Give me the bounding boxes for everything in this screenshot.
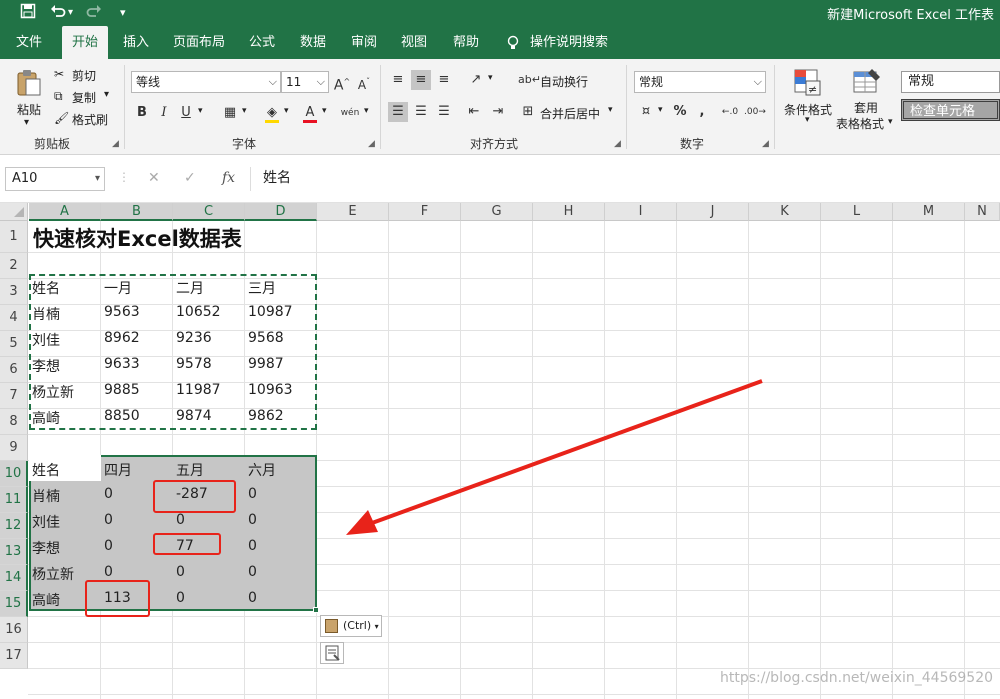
paste-options-button[interactable]: (Ctrl) ▾ [320,615,382,637]
annotation-arrow-icon [346,379,763,535]
paste-options-label: (Ctrl) [343,619,372,632]
quick-analysis-icon [325,645,340,661]
watermark: https://blog.csdn.net/weixin_44569520 [720,670,994,686]
paste-options-dropdown-icon: ▾ [374,622,379,631]
quick-analysis-button[interactable] [320,642,344,664]
clipboard-icon [325,619,338,633]
